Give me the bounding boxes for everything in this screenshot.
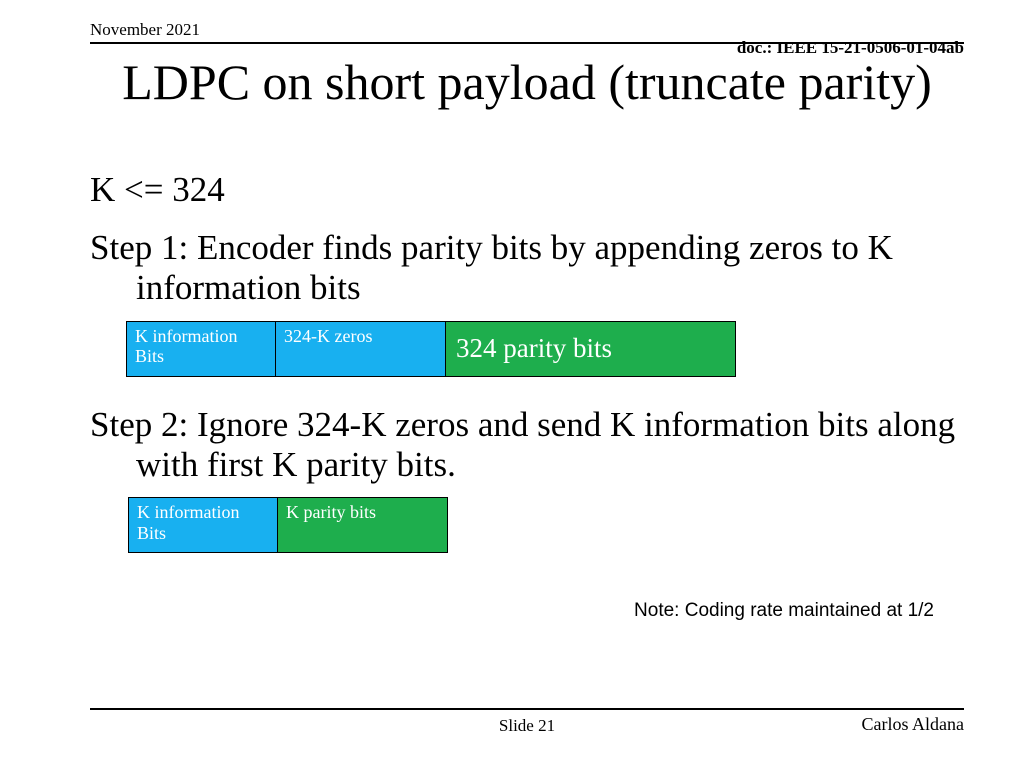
diagram-2: K information Bits K parity bits	[128, 497, 964, 553]
seg-parity-bits-2: K parity bits	[278, 497, 448, 553]
step-2: Step 2: Ignore 324-K zeros and send K in…	[90, 405, 964, 486]
author-name: Carlos Aldana	[862, 714, 964, 735]
k-constraint: K <= 324	[90, 170, 964, 210]
slide-body: K <= 324 Step 1: Encoder finds parity bi…	[90, 170, 964, 553]
header-date: November 2021	[90, 20, 200, 40]
step-2-text: Step 2: Ignore 324-K zeros and send K in…	[90, 405, 964, 486]
slide-title: LDPC on short payload (truncate parity)	[90, 56, 964, 109]
seg-parity-bits: 324 parity bits	[446, 321, 736, 377]
seg-zeros: 324-K zeros	[276, 321, 446, 377]
coding-rate-note: Note: Coding rate maintained at 1/2	[634, 600, 934, 622]
step-1-text: Step 1: Encoder finds parity bits by app…	[90, 228, 964, 309]
diagram-1: K information Bits 324-K zeros 324 parit…	[126, 321, 964, 377]
seg-info-bits: K information Bits	[126, 321, 276, 377]
header-rule: November 2021 doc.: IEEE 15-21-0506-01-0…	[90, 40, 964, 44]
seg-info-bits-2: K information Bits	[128, 497, 278, 553]
slide-number: Slide 21	[90, 716, 964, 736]
footer-rule: Slide 21 Carlos Aldana	[90, 708, 964, 710]
step-1: Step 1: Encoder finds parity bits by app…	[90, 228, 964, 309]
